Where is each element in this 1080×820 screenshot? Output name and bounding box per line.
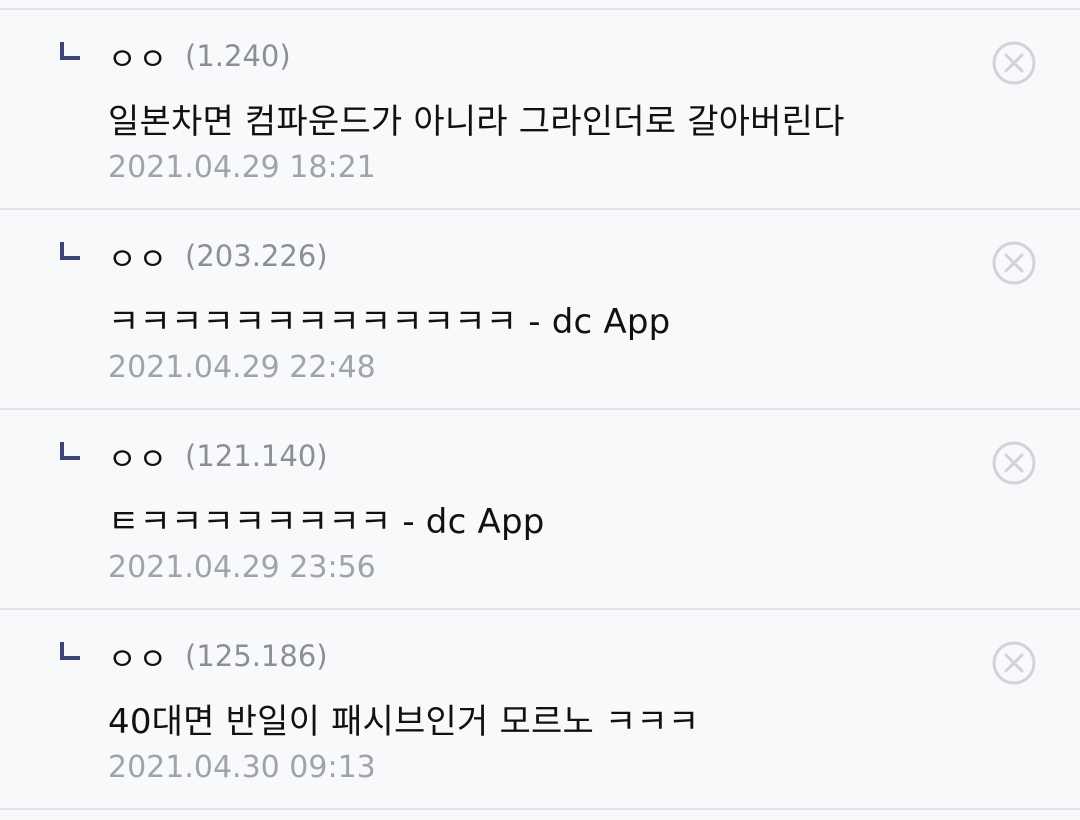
close-circle-icon (992, 441, 1036, 485)
comment-nickname[interactable]: ㅇㅇ (108, 34, 169, 79)
reply-arrow-icon (60, 642, 80, 660)
comment-meta: ㅇㅇ (121.140) (108, 434, 328, 478)
close-circle-icon (992, 241, 1036, 285)
close-circle-icon (992, 641, 1036, 685)
comment-timestamp: 2021.04.29 23:56 (108, 550, 376, 585)
comment-item: ㅇㅇ (125.186) 40대면 반일이 패시브인거 모르노 ㅋㅋㅋ 2021… (0, 610, 1080, 810)
comment-nickname[interactable]: ㅇㅇ (108, 634, 169, 679)
comment-ip: (121.140) (185, 439, 328, 473)
comment-item: ㅇㅇ (1.240) 일본차면 컴파운드가 아니라 그라인더로 갈아버린다 20… (0, 10, 1080, 210)
comment-timestamp: 2021.04.30 09:13 (108, 750, 376, 785)
reply-arrow-icon (60, 42, 80, 60)
comment-text: ㅌㅋㅋㅋㅋㅋㅋㅋㅋ - dc App (108, 502, 545, 542)
comment-item: ㅇㅇ (203.226) ㅋㅋㅋㅋㅋㅋㅋㅋㅋㅋㅋㅋㅋ - dc App 2021… (0, 210, 1080, 410)
comment-ip: (203.226) (185, 239, 328, 273)
comment-text: 일본차면 컴파운드가 아니라 그라인더로 갈아버린다 (108, 102, 845, 142)
reply-arrow-icon (60, 442, 80, 460)
comment-item: ㅇㅇ (121.140) ㅌㅋㅋㅋㅋㅋㅋㅋㅋ - dc App 2021.04.… (0, 410, 1080, 610)
delete-comment-button[interactable] (992, 441, 1036, 485)
comment-timestamp: 2021.04.29 18:21 (108, 150, 376, 185)
comment-meta: ㅇㅇ (125.186) (108, 634, 328, 678)
reply-arrow-icon (60, 242, 80, 260)
comment-timestamp: 2021.04.29 22:48 (108, 350, 376, 385)
comment-meta: ㅇㅇ (203.226) (108, 234, 328, 278)
close-circle-icon (992, 41, 1036, 85)
delete-comment-button[interactable] (992, 241, 1036, 285)
comment-ip: (1.240) (185, 39, 291, 73)
comment-nickname[interactable]: ㅇㅇ (108, 434, 169, 479)
comment-meta: ㅇㅇ (1.240) (108, 34, 291, 78)
delete-comment-button[interactable] (992, 641, 1036, 685)
comment-text: 40대면 반일이 패시브인거 모르노 ㅋㅋㅋ (108, 702, 700, 742)
comment-list: ㅇㅇ (1.240) 일본차면 컴파운드가 아니라 그라인더로 갈아버린다 20… (0, 10, 1080, 810)
comment-text: ㅋㅋㅋㅋㅋㅋㅋㅋㅋㅋㅋㅋㅋ - dc App (108, 302, 671, 342)
delete-comment-button[interactable] (992, 41, 1036, 85)
comment-ip: (125.186) (185, 639, 328, 673)
comment-nickname[interactable]: ㅇㅇ (108, 234, 169, 279)
